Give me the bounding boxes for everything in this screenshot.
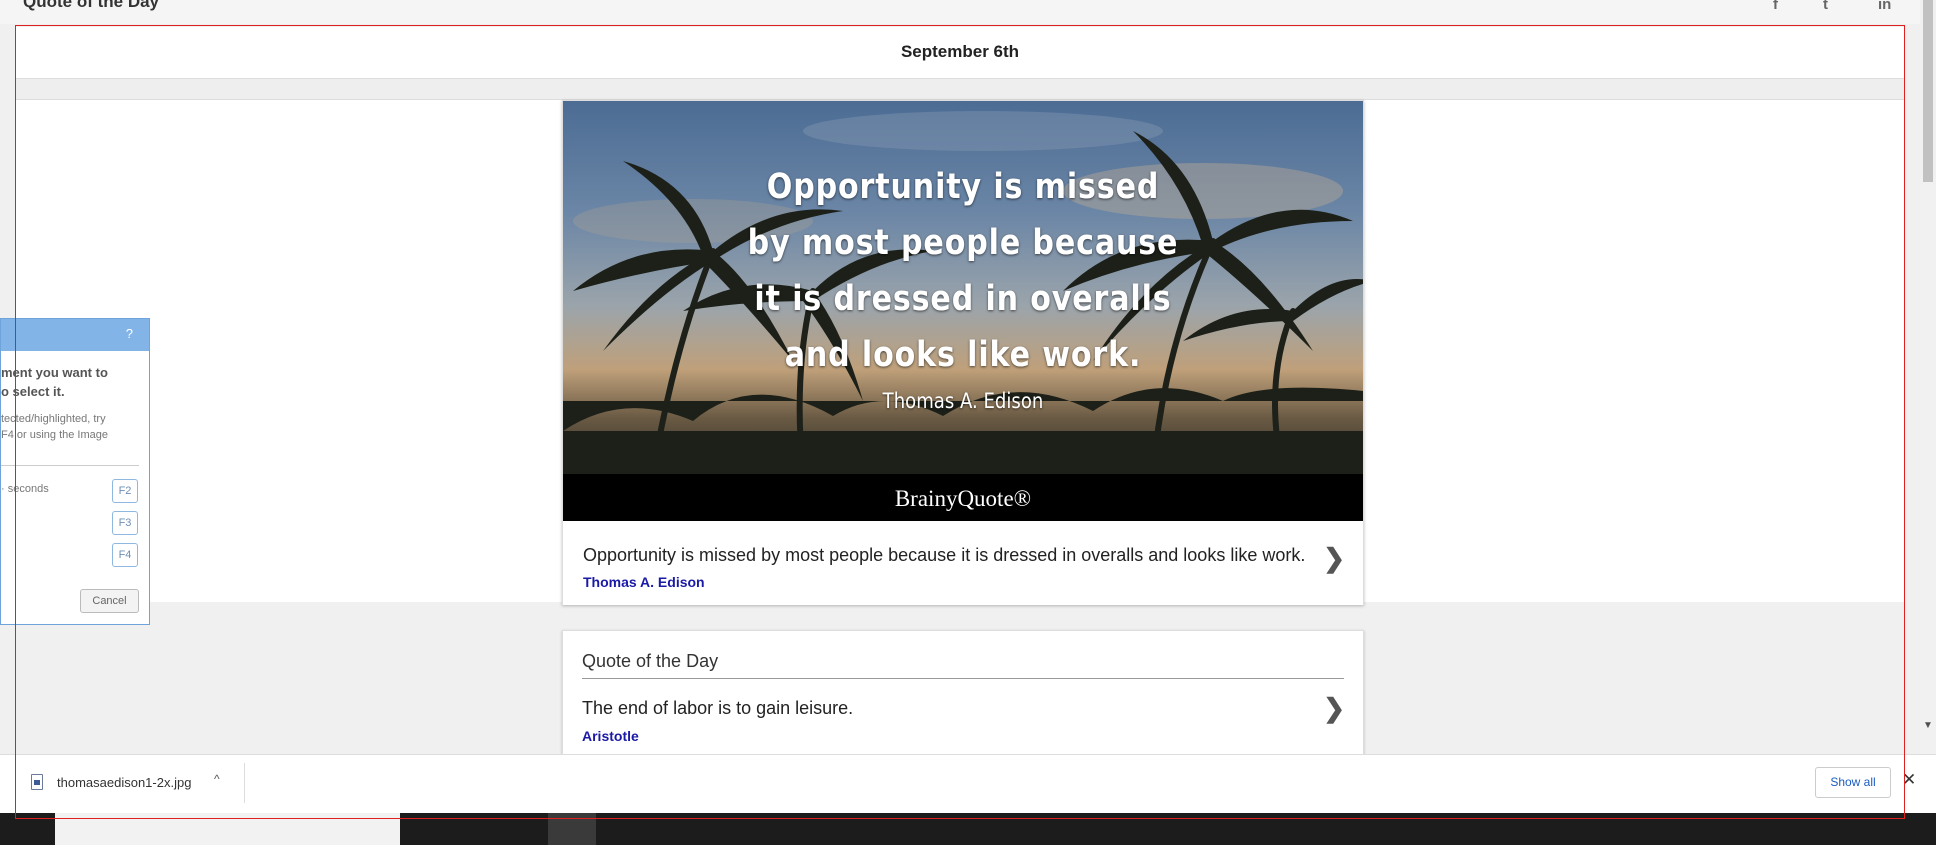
featured-quote-card[interactable]: Opportunity is missed by most people bec… bbox=[562, 100, 1364, 605]
f4-key-button[interactable]: F4 bbox=[112, 543, 138, 567]
qotd-quote-author[interactable]: Aristotle bbox=[582, 728, 639, 744]
qotd-quote-text[interactable]: The end of labor is to gain leisure. bbox=[582, 698, 853, 719]
featured-quote-caption[interactable]: Opportunity is missed by most people bec… bbox=[563, 521, 1363, 605]
featured-quote-text[interactable]: Opportunity is missed by most people bec… bbox=[583, 545, 1305, 566]
snip-hint: tected/highlighted, try F4 or using the … bbox=[1, 413, 109, 441]
date-bar: September 6th bbox=[15, 27, 1905, 79]
image-quote-line: by most people because bbox=[747, 223, 1179, 263]
show-all-button[interactable]: Show all bbox=[1815, 767, 1891, 798]
site-title[interactable]: Quote of the Day bbox=[23, 0, 159, 12]
divider-band bbox=[15, 79, 1905, 100]
image-quote-line: Opportunity is missed bbox=[766, 167, 1160, 207]
help-icon[interactable]: ? bbox=[126, 326, 133, 341]
facebook-icon[interactable]: f bbox=[1773, 0, 1778, 13]
scroll-down-arrow-icon[interactable]: ▼ bbox=[1920, 720, 1936, 731]
download-bar: thomasaedison1-2x.jpg ^ Show all ✕ bbox=[0, 754, 1936, 813]
chevron-right-icon[interactable]: ❯ bbox=[1323, 695, 1345, 721]
card-heading: Quote of the Day bbox=[582, 651, 1344, 679]
chevron-right-icon[interactable]: ❯ bbox=[1323, 545, 1345, 571]
screen: Quote of the Day f t in September 6th Op… bbox=[0, 0, 1936, 845]
quote-of-the-day-card[interactable]: Quote of the Day The end of labor is to … bbox=[562, 630, 1364, 760]
taskbar-app-button[interactable] bbox=[548, 813, 596, 845]
cancel-button[interactable]: Cancel bbox=[80, 589, 139, 613]
date-label: September 6th bbox=[900, 42, 1020, 61]
image-quote-text: Opportunity is missed by most people bec… bbox=[563, 159, 1363, 383]
site-header: Quote of the Day f t in bbox=[0, 0, 1920, 24]
linkedin-icon[interactable]: in bbox=[1878, 0, 1891, 13]
close-icon[interactable]: ✕ bbox=[1902, 770, 1916, 790]
brand-logo: BrainyQuote® bbox=[894, 486, 1032, 511]
brand-bar: BrainyQuote® bbox=[563, 474, 1363, 521]
image-quote-line: it is dressed in overalls bbox=[754, 279, 1172, 319]
snip-delay-label: · seconds bbox=[1, 483, 49, 495]
image-quote-line: and looks like work. bbox=[784, 335, 1142, 375]
snip-divider bbox=[1, 465, 139, 466]
download-separator bbox=[244, 763, 245, 803]
featured-quote-author[interactable]: Thomas A. Edison bbox=[583, 574, 705, 590]
snip-instruction: ment you want to o select it. bbox=[1, 365, 108, 399]
f3-key-button[interactable]: F3 bbox=[112, 511, 138, 535]
f2-key-button[interactable]: F2 bbox=[112, 479, 138, 503]
taskbar-search-box[interactable] bbox=[55, 813, 400, 845]
image-quote-author: Thomas A. Edison bbox=[882, 389, 1044, 413]
snip-panel-header: ? bbox=[1, 319, 149, 351]
scrollbar-thumb[interactable] bbox=[1923, 0, 1933, 182]
vertical-scrollbar[interactable]: ▼ bbox=[1920, 0, 1936, 754]
download-file-name[interactable]: thomasaedison1-2x.jpg bbox=[57, 775, 191, 790]
image-file-icon bbox=[31, 774, 43, 790]
twitter-icon[interactable]: t bbox=[1823, 0, 1828, 13]
snipping-tool-panel: ? ment you want to o select it. tected/h… bbox=[0, 318, 150, 625]
taskbar bbox=[0, 813, 1936, 845]
chevron-up-icon[interactable]: ^ bbox=[214, 772, 220, 786]
quote-image[interactable]: Opportunity is missed by most people bec… bbox=[563, 101, 1363, 474]
